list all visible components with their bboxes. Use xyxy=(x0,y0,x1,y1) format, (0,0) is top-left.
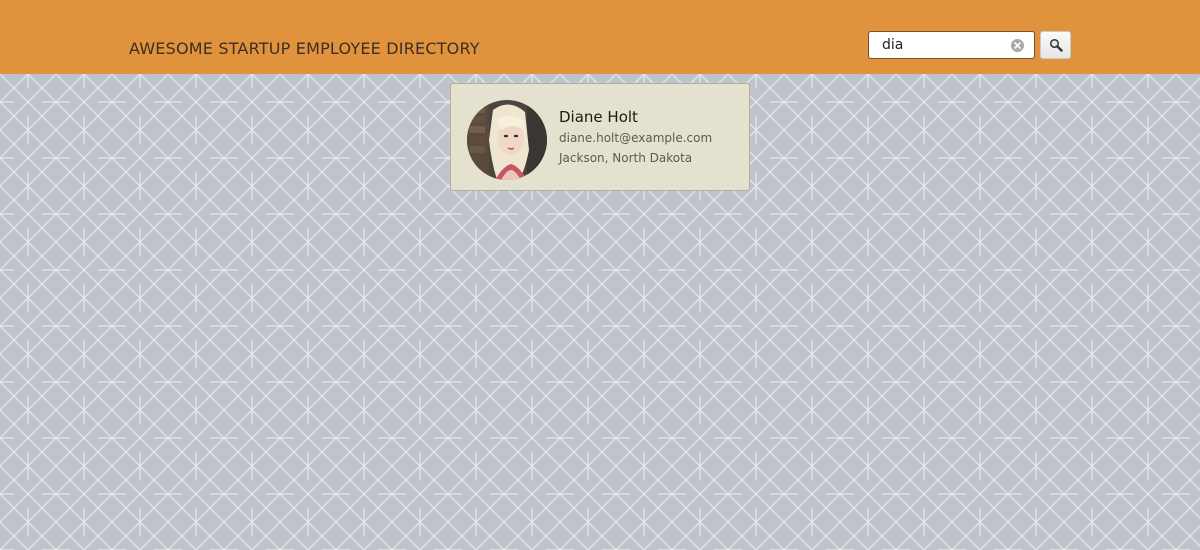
magnifier-icon xyxy=(1049,38,1063,52)
employee-location: Jackson, North Dakota xyxy=(559,151,693,165)
avatar xyxy=(467,100,547,180)
employee-name: Diane Holt xyxy=(559,108,638,126)
search-input[interactable] xyxy=(869,32,1009,58)
employee-card[interactable]: Diane Holt diane.holt@example.com Jackso… xyxy=(450,83,750,191)
header-bar: AWESOME STARTUP EMPLOYEE DIRECTORY xyxy=(0,0,1200,74)
page-title: AWESOME STARTUP EMPLOYEE DIRECTORY xyxy=(129,39,480,58)
search-form xyxy=(868,31,1072,59)
employee-email: diane.holt@example.com xyxy=(559,131,713,145)
search-field[interactable] xyxy=(868,31,1035,59)
clear-search-icon[interactable] xyxy=(1011,39,1024,52)
search-button[interactable] xyxy=(1040,31,1071,59)
